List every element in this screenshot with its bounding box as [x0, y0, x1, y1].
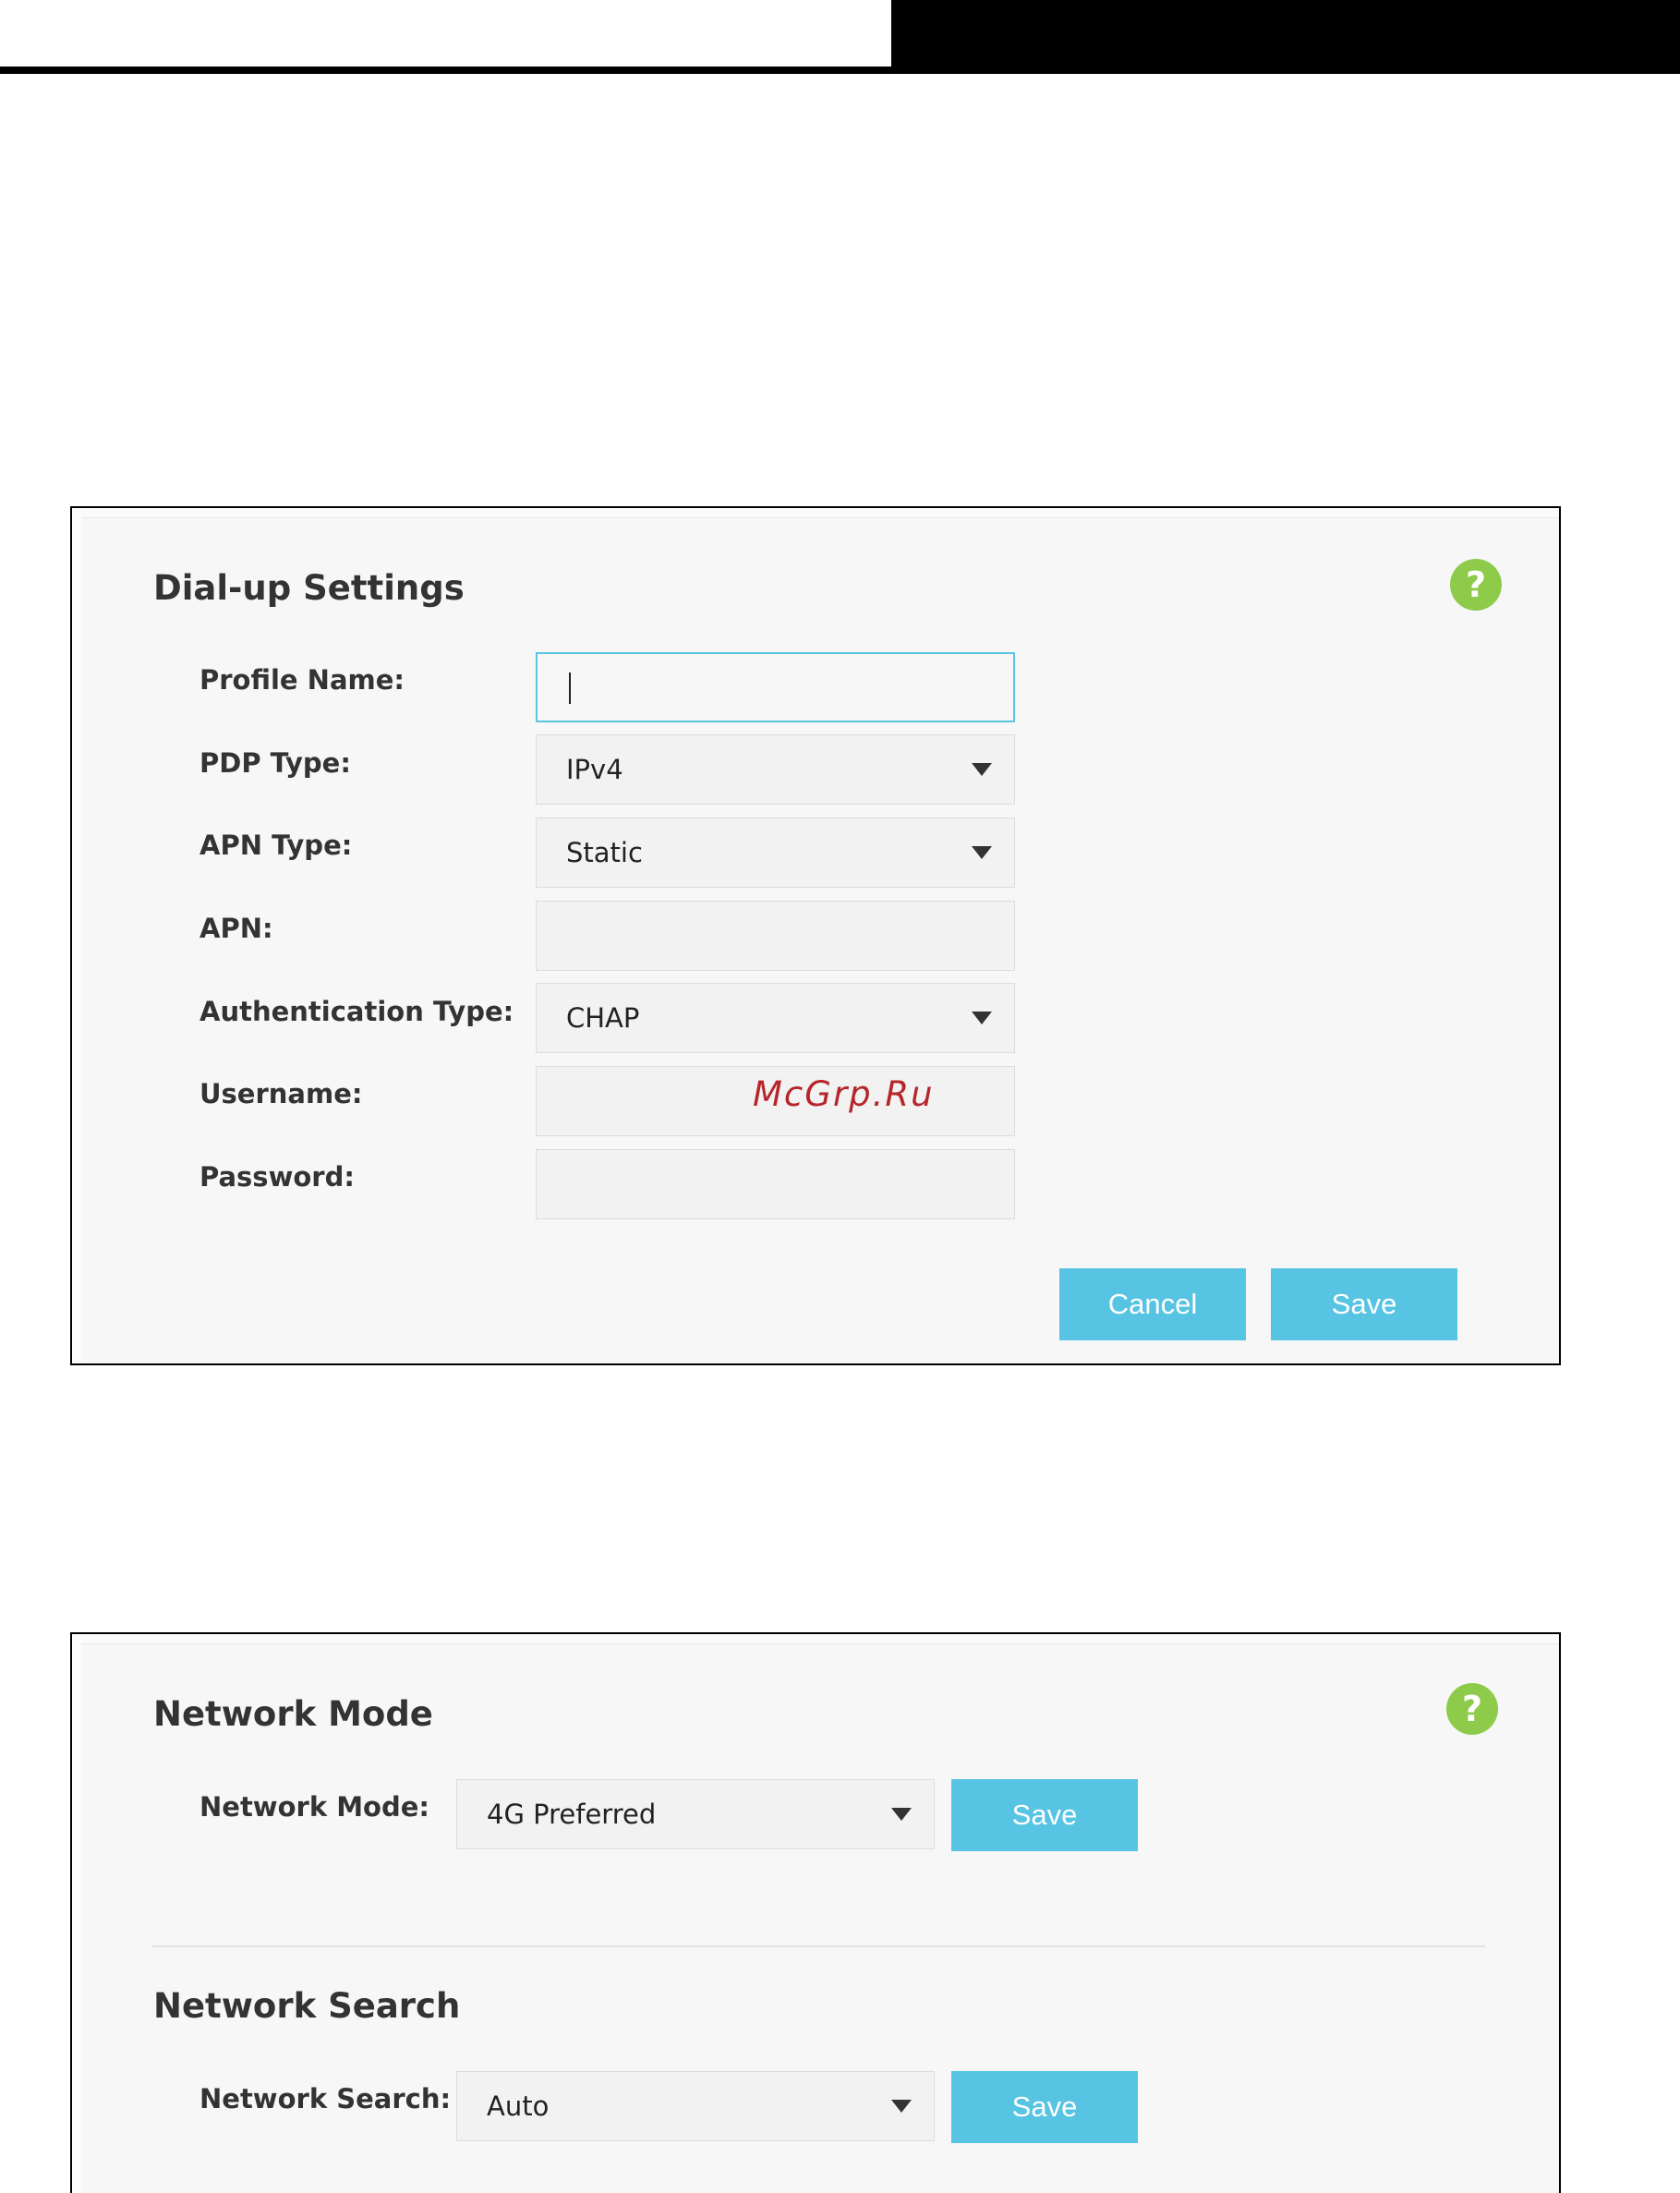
save-button[interactable]: Save: [1271, 1268, 1457, 1340]
pdp-type-select[interactable]: IPv4: [536, 734, 1015, 805]
apn-type-label: APN Type:: [199, 830, 353, 861]
apn-type-select[interactable]: Static: [536, 818, 1015, 888]
profile-name-input[interactable]: [536, 652, 1015, 722]
network-mode-save-button[interactable]: Save: [951, 1779, 1138, 1851]
text-cursor: [569, 672, 571, 704]
auth-type-value: CHAP: [566, 1002, 640, 1034]
password-label: Password:: [199, 1161, 355, 1193]
help-icon[interactable]: ?: [1446, 1683, 1498, 1735]
auth-type-label: Authentication Type:: [199, 996, 514, 1027]
network-search-save-button[interactable]: Save: [951, 2071, 1138, 2143]
chevron-down-icon: [972, 763, 992, 776]
chevron-down-icon: [891, 2100, 912, 2113]
section-divider: [151, 1945, 1485, 1947]
chevron-down-icon: [972, 1012, 992, 1024]
header-rule: [0, 67, 891, 74]
chevron-down-icon: [972, 846, 992, 859]
username-label: Username:: [199, 1078, 363, 1109]
pdp-type-value: IPv4: [566, 754, 623, 785]
help-icon[interactable]: ?: [1450, 559, 1502, 611]
apn-type-value: Static: [566, 837, 643, 868]
network-search-value: Auto: [487, 2090, 550, 2122]
watermark: McGrp.Ru: [753, 1074, 935, 1114]
network-mode-label: Network Mode:: [199, 1791, 430, 1823]
network-mode-title: Network Mode: [153, 1694, 433, 1734]
dialup-panel-body: Dial-up Settings ? Profile Name: PDP Typ…: [81, 517, 1559, 1363]
auth-type-select[interactable]: CHAP: [536, 983, 1015, 1053]
header-bar: [891, 0, 1680, 74]
network-mode-select[interactable]: 4G Preferred: [456, 1779, 935, 1849]
cancel-button[interactable]: Cancel: [1059, 1268, 1246, 1340]
dialup-title: Dial-up Settings: [153, 568, 465, 608]
password-input[interactable]: [536, 1149, 1015, 1219]
network-search-label: Network Search:: [199, 2083, 452, 2114]
profile-name-label: Profile Name:: [199, 664, 405, 696]
network-mode-value: 4G Preferred: [487, 1799, 657, 1830]
network-panel-body: Network Mode ? Network Mode: 4G Preferre…: [81, 1643, 1559, 2193]
network-search-select[interactable]: Auto: [456, 2071, 935, 2141]
dialup-settings-panel: Dial-up Settings ? Profile Name: PDP Typ…: [70, 506, 1561, 1365]
network-settings-panel: Network Mode ? Network Mode: 4G Preferre…: [70, 1632, 1561, 2193]
pdp-type-label: PDP Type:: [199, 747, 351, 779]
chevron-down-icon: [891, 1808, 912, 1821]
network-search-title: Network Search: [153, 1986, 461, 2026]
apn-input[interactable]: [536, 901, 1015, 971]
apn-label: APN:: [199, 913, 273, 944]
